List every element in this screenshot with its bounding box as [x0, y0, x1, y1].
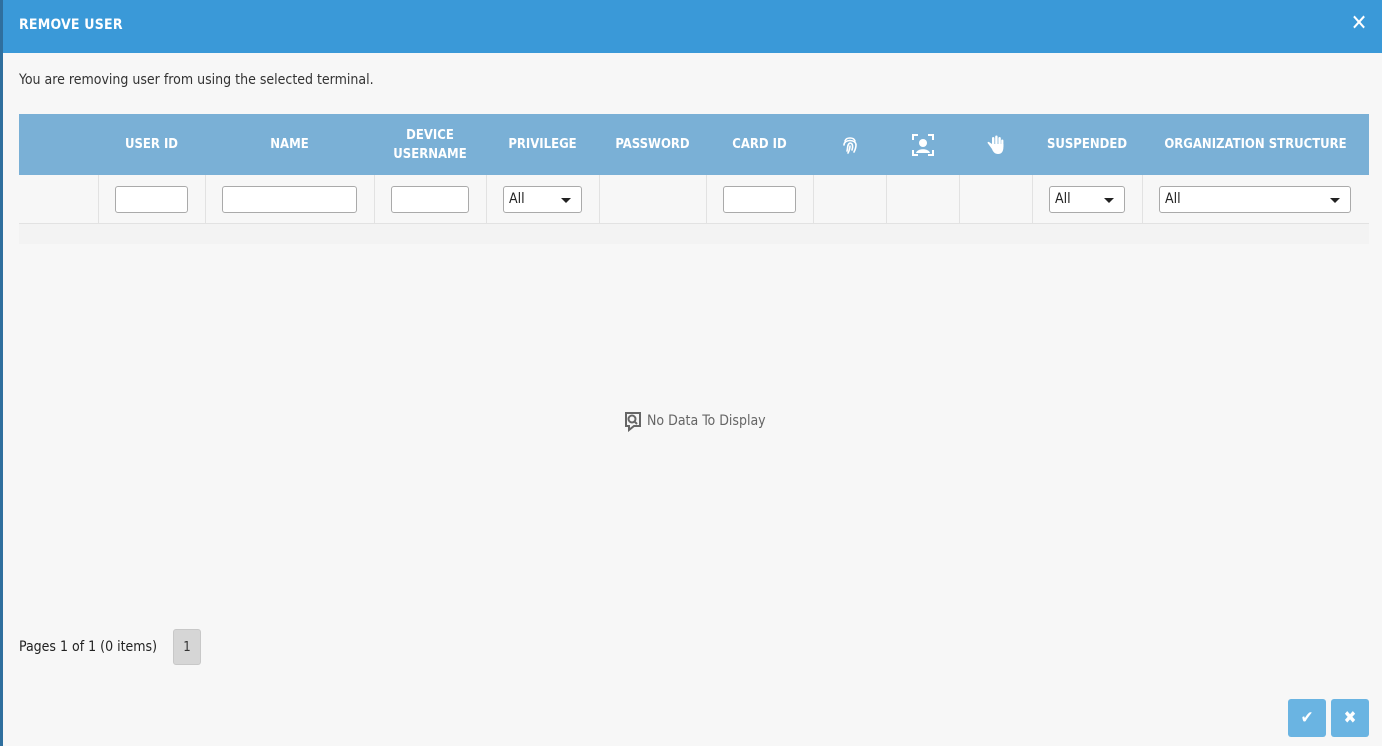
- chevron-down-icon: [1104, 197, 1114, 203]
- users-grid: USER ID NAME DEVICE USERNAME PRIVILEGE P…: [19, 114, 1369, 244]
- filter-cell-fingerprint: [813, 175, 886, 223]
- grid-header: USER ID NAME DEVICE USERNAME PRIVILEGE P…: [19, 114, 1369, 175]
- name-filter-input[interactable]: [222, 185, 357, 213]
- dialog-title: REMOVE USER: [19, 17, 123, 33]
- filter-row: All All All: [19, 175, 1369, 224]
- no-data-search-icon: [625, 412, 641, 432]
- grid-body-top: [19, 224, 1369, 244]
- pager-summary: Pages 1 of 1 (0 items): [19, 639, 158, 655]
- face-icon: [911, 133, 934, 156]
- col-header-fingerprint[interactable]: [813, 114, 886, 175]
- dialog-titlebar: REMOVE USER ✕: [3, 0, 1382, 53]
- empty-state-text: No Data To Display: [647, 413, 766, 429]
- filter-cell-name: [205, 175, 374, 223]
- filter-cell-select: [19, 175, 98, 223]
- col-header-face[interactable]: [886, 114, 959, 175]
- suspended-filter-select[interactable]: All: [1049, 185, 1125, 213]
- chevron-down-icon: [561, 197, 571, 203]
- col-header-select[interactable]: [19, 114, 98, 175]
- close-icon: ✖: [1343, 708, 1357, 728]
- filter-cell-card-id: [706, 175, 813, 223]
- privilege-filter-select[interactable]: All: [503, 185, 582, 213]
- user-id-filter-input[interactable]: [115, 185, 188, 213]
- fingerprint-icon: [842, 136, 857, 154]
- remove-user-dialog: REMOVE USER ✕ You are removing user from…: [3, 0, 1382, 746]
- pager: Pages 1 of 1 (0 items) 1: [19, 629, 202, 665]
- col-header-card-id[interactable]: CARD ID: [706, 114, 813, 175]
- filter-cell-suspended: All: [1032, 175, 1142, 223]
- col-header-organization-structure[interactable]: ORGANIZATION STRUCTURE: [1142, 114, 1369, 175]
- device-username-filter-input[interactable]: [391, 185, 469, 213]
- col-header-name[interactable]: NAME: [205, 114, 374, 175]
- filter-cell-face: [886, 175, 959, 223]
- col-header-privilege[interactable]: PRIVILEGE: [486, 114, 599, 175]
- dialog-description: You are removing user from using the sel…: [19, 72, 374, 88]
- chevron-down-icon: [1330, 197, 1340, 203]
- confirm-button[interactable]: ✔: [1288, 699, 1326, 737]
- filter-cell-password: [599, 175, 706, 223]
- filter-cell-user-id: [98, 175, 205, 223]
- suspended-filter-value: All: [1055, 191, 1071, 207]
- col-header-palm[interactable]: [959, 114, 1032, 175]
- privilege-filter-value: All: [509, 191, 525, 207]
- filter-cell-privilege: All: [486, 175, 599, 223]
- palm-icon: [987, 135, 1003, 154]
- empty-state: No Data To Display: [623, 410, 766, 432]
- filter-cell-palm: [959, 175, 1032, 223]
- organization-structure-filter-value: All: [1165, 191, 1181, 207]
- checkmark-icon: ✔: [1300, 708, 1314, 728]
- filter-cell-organization-structure: All: [1142, 175, 1369, 223]
- page-button-1[interactable]: 1: [173, 629, 202, 665]
- col-header-device-username[interactable]: DEVICE USERNAME: [374, 114, 486, 175]
- cancel-button[interactable]: ✖: [1331, 699, 1369, 737]
- filter-cell-device-username: [374, 175, 486, 223]
- close-icon[interactable]: ✕: [1348, 10, 1370, 38]
- col-header-user-id[interactable]: USER ID: [98, 114, 205, 175]
- col-header-password[interactable]: PASSWORD: [599, 114, 706, 175]
- col-header-suspended[interactable]: SUSPENDED: [1032, 114, 1142, 175]
- card-id-filter-input[interactable]: [723, 185, 796, 213]
- organization-structure-filter-select[interactable]: All: [1159, 185, 1351, 213]
